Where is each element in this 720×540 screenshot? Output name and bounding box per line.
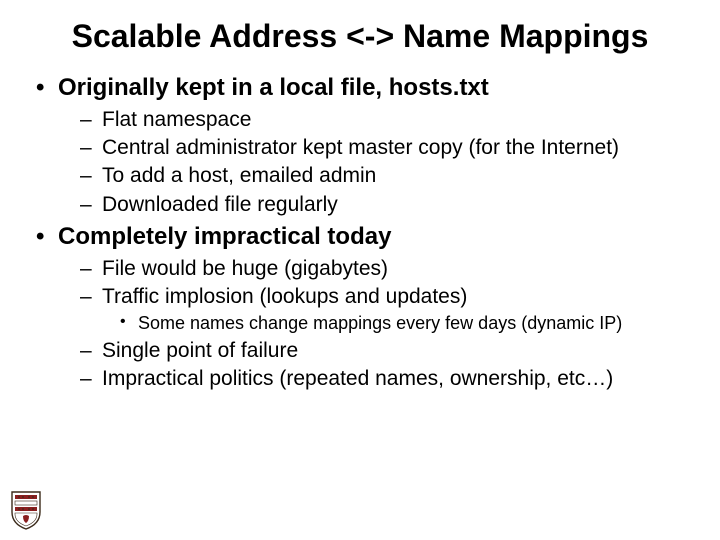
bullet-level1: Originally kept in a local file, hosts.t… bbox=[30, 73, 690, 103]
bullet-level2: Impractical politics (repeated names, ow… bbox=[30, 366, 690, 392]
slide-title: Scalable Address <-> Name Mappings bbox=[30, 18, 690, 55]
bullet-level2: To add a host, emailed admin bbox=[30, 163, 690, 189]
bullet-level1: Completely impractical today bbox=[30, 222, 690, 252]
bullet-level2: Single point of failure bbox=[30, 338, 690, 364]
bullet-level2: Traffic implosion (lookups and updates) bbox=[30, 284, 690, 310]
bullet-level2: File would be huge (gigabytes) bbox=[30, 256, 690, 282]
slide: Scalable Address <-> Name Mappings Origi… bbox=[0, 0, 720, 540]
bullet-level3: Some names change mappings every few day… bbox=[30, 312, 690, 335]
university-shield-icon bbox=[10, 488, 42, 530]
bullet-level2: Flat namespace bbox=[30, 107, 690, 133]
bullet-level2: Central administrator kept master copy (… bbox=[30, 135, 690, 161]
bullet-level2: Downloaded file regularly bbox=[30, 192, 690, 218]
